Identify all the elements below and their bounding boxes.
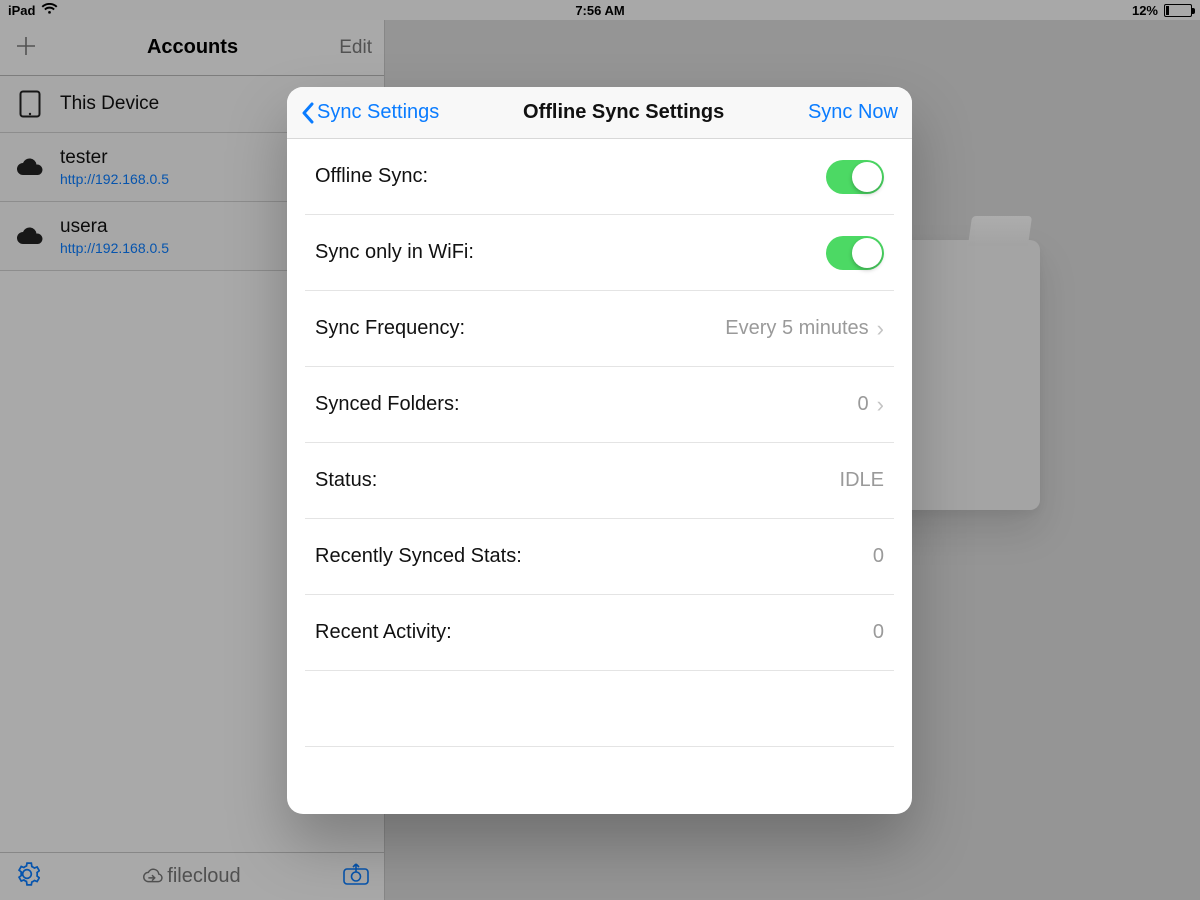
offline-sync-settings-modal: Sync Settings Offline Sync Settings Sync… [287, 87, 912, 814]
row-status: Status: IDLE [305, 443, 894, 519]
row-label: Recently Synced Stats: [315, 545, 522, 568]
chevron-right-icon: › [877, 392, 884, 418]
offline-sync-toggle[interactable] [826, 160, 884, 194]
row-label: Synced Folders: [315, 393, 460, 416]
recent-stats-value: 0 [873, 545, 884, 568]
back-button[interactable]: Sync Settings [301, 101, 439, 124]
row-label: Sync Frequency: [315, 317, 465, 340]
settings-list: Offline Sync: Sync only in WiFi: Sync Fr… [287, 139, 912, 814]
wifi-only-toggle[interactable] [826, 236, 884, 270]
row-recent-stats: Recently Synced Stats: 0 [305, 519, 894, 595]
back-label: Sync Settings [317, 101, 439, 124]
chevron-right-icon: › [877, 316, 884, 342]
modal-nav: Sync Settings Offline Sync Settings Sync… [287, 87, 912, 139]
sync-now-button[interactable]: Sync Now [808, 101, 898, 124]
row-label: Offline Sync: [315, 165, 428, 188]
row-synced-folders[interactable]: Synced Folders: 0 › [305, 367, 894, 443]
row-label: Status: [315, 469, 377, 492]
row-label: Sync only in WiFi: [315, 241, 474, 264]
row-label: Recent Activity: [315, 621, 452, 644]
row-empty [305, 671, 894, 747]
synced-folders-value: 0 [858, 393, 869, 416]
status-value: IDLE [840, 469, 884, 492]
row-recent-activity: Recent Activity: 0 [305, 595, 894, 671]
modal-title: Offline Sync Settings [523, 101, 724, 124]
row-offline-sync: Offline Sync: [305, 139, 894, 215]
row-wifi-only: Sync only in WiFi: [305, 215, 894, 291]
recent-activity-value: 0 [873, 621, 884, 644]
frequency-value: Every 5 minutes [725, 317, 868, 340]
row-sync-frequency[interactable]: Sync Frequency: Every 5 minutes › [305, 291, 894, 367]
